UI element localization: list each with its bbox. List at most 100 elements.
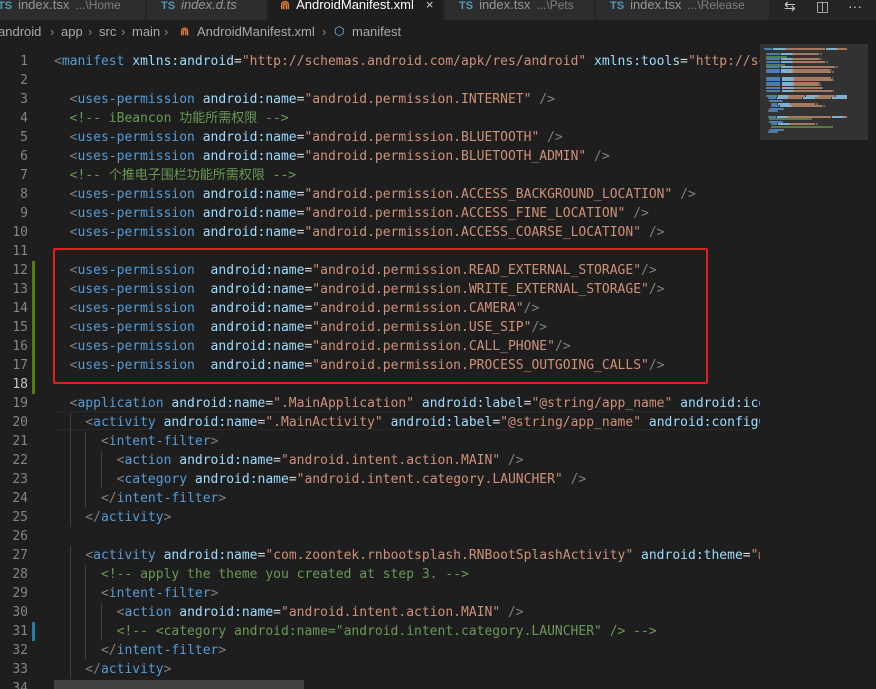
code-token: android:name — [163, 396, 266, 411]
code-line[interactable]: 18 — [0, 375, 760, 394]
code-line[interactable]: 6 <uses-permission android:name="android… — [0, 147, 760, 166]
typescript-file-icon: TS — [0, 0, 13, 12]
code-line[interactable]: 12 <uses-permission android:name="androi… — [0, 261, 760, 280]
minimap-line — [832, 71, 835, 74]
code-line[interactable]: 21 <intent-filter> — [0, 432, 760, 451]
editor-tab-bar: TS index.tsx ...\Home TS index.d.ts ⋒ Androi… — [0, 0, 876, 20]
code-token: < — [54, 605, 125, 620]
line-number: 31 — [12, 624, 28, 639]
code-token: = — [273, 605, 281, 620]
code-line[interactable]: 2 — [0, 71, 760, 90]
breadcrumb-item-android[interactable]: android — [0, 24, 41, 39]
code-text: <uses-permission android:name="android.p… — [54, 90, 555, 109]
minimap-line — [831, 115, 844, 118]
code-token: /> — [523, 301, 540, 316]
git-change-indicator[interactable] — [32, 337, 35, 356]
code-token: category — [124, 472, 188, 487]
code-token: android:name — [194, 320, 305, 335]
breadcrumb-item-app[interactable]: app — [61, 24, 83, 39]
code-token: android:name — [194, 149, 297, 164]
close-icon[interactable]: × — [426, 0, 434, 12]
line-number: 3 — [20, 92, 28, 107]
more-actions-icon[interactable]: ··· — [848, 0, 862, 14]
code-line[interactable]: 22 <action android:name="android.intent.… — [0, 451, 760, 470]
code-token: android:name — [194, 358, 305, 373]
tab-index-tsx-release[interactable]: TS index.tsx ...\Release — [596, 0, 770, 20]
code-line[interactable]: 33 </activity> — [0, 660, 760, 679]
code-token: < — [54, 415, 94, 430]
code-line[interactable]: 4 <!-- iBeancon 功能所需权限 --> — [0, 109, 760, 128]
code-line[interactable]: 15 <uses-permission android:name="androi… — [0, 318, 760, 337]
minimap-line — [793, 89, 833, 92]
code-token: android:name — [155, 548, 258, 563]
tab-index-d-ts[interactable]: TS index.d.ts — [147, 0, 267, 20]
code-line[interactable]: 24 </intent-filter> — [0, 489, 760, 508]
git-change-indicator[interactable] — [32, 261, 35, 280]
code-token: android:theme — [633, 548, 743, 563]
code-line[interactable]: 20 <activity android:name = ".MainActivity… — [0, 413, 760, 432]
code-token: uses-permission — [77, 225, 195, 240]
code-line[interactable]: 1 <manifest xmlns:android="http://schemas… — [0, 52, 760, 71]
tab-index-tsx-home[interactable]: TS index.tsx ...\Home — [0, 0, 146, 20]
code-line[interactable]: 32 </intent-filter> — [0, 641, 760, 660]
horizontal-scrollbar-thumb[interactable] — [54, 680, 304, 689]
code-line[interactable]: 13 <uses-permission android:name="androi… — [0, 280, 760, 299]
code-line[interactable]: 30 <action android:name="android.intent.… — [0, 603, 760, 622]
code-token: /> — [562, 472, 587, 487]
code-token: <!-- 个推电子围栏功能所需权限 --> — [54, 168, 297, 183]
minimap-line — [766, 89, 781, 92]
code-token: < — [54, 453, 125, 468]
code-line[interactable]: 25 </activity> — [0, 508, 760, 527]
code-editor[interactable]: 1 <manifest xmlns:android="http://schemas… — [0, 44, 760, 689]
code-token: /> — [554, 339, 571, 354]
code-text: <!-- <category android:name="android.int… — [54, 622, 657, 641]
code-text: <!-- 个推电子围栏功能所需权限 --> — [54, 166, 296, 185]
tab-index-tsx-pets[interactable]: TS index.tsx ...\Pets — [445, 0, 595, 20]
code-line[interactable]: 14 <uses-permission android:name="androi… — [0, 299, 760, 318]
minimap-line — [836, 66, 838, 69]
code-text: <manifest xmlns:android="http://schemas.… — [54, 52, 760, 71]
code-text: <uses-permission android:name="android.p… — [54, 299, 540, 318]
breadcrumb-item-file[interactable]: AndroidManifest.xml — [197, 24, 315, 39]
code-line[interactable]: 10 <uses-permission android:name="androi… — [0, 223, 760, 242]
code-line[interactable]: 16 <uses-permission android:name="androi… — [0, 337, 760, 356]
code-token: /> — [500, 605, 524, 620]
code-token: activity — [100, 510, 164, 525]
tab-androidmanifest-xml[interactable]: ⋒ AndroidManifest.xml × — [268, 0, 444, 20]
code-line[interactable]: 28 <!-- apply the theme you created at s… — [0, 565, 760, 584]
code-line[interactable]: 3 <uses-permission android:name="android… — [0, 90, 760, 109]
minimap-line — [802, 97, 815, 100]
code-text: </activity> — [54, 660, 171, 679]
git-change-indicator[interactable] — [32, 622, 35, 641]
git-change-indicator[interactable] — [32, 375, 35, 394]
code-line[interactable]: 17 <uses-permission android:name="androi… — [0, 356, 760, 375]
code-line[interactable]: 31 <!-- <category android:name="android.… — [0, 622, 760, 641]
code-line[interactable]: 23 <category android:name="android.inten… — [0, 470, 760, 489]
git-change-indicator[interactable] — [32, 318, 35, 337]
code-line[interactable]: 9 <uses-permission android:name="android… — [0, 204, 760, 223]
code-line[interactable]: 8 <uses-permission android:name="android… — [0, 185, 760, 204]
code-line[interactable]: 11 — [0, 242, 760, 261]
code-token: "android.permission.CALL_PHONE" — [312, 339, 555, 354]
breadcrumb-item-main[interactable]: main — [132, 24, 160, 39]
breadcrumb-item-src[interactable]: src — [99, 24, 116, 39]
code-token: uses-permission — [77, 339, 195, 354]
line-number: 19 — [12, 396, 28, 411]
code-token: "android.permission.INTERNET" — [304, 92, 532, 107]
code-token: < — [54, 339, 78, 354]
code-line[interactable]: 29 <intent-filter> — [0, 584, 760, 603]
breadcrumb-item-manifest[interactable]: manifest — [352, 24, 401, 39]
git-change-indicator[interactable] — [32, 356, 35, 375]
code-token: "android.permission.PROCESS_OUTGOING_CAL… — [312, 358, 649, 373]
split-editor-icon[interactable]: ◫ — [816, 0, 829, 15]
code-line[interactable]: 19 <application android:name=".MainAppli… — [0, 394, 760, 413]
code-line[interactable]: 26 — [0, 527, 760, 546]
code-line[interactable]: 27 <activity android:name = "com.zoontek.r… — [0, 546, 760, 565]
code-line[interactable]: 5 <uses-permission android:name="android… — [0, 128, 760, 147]
minimap[interactable] — [760, 44, 876, 689]
code-token: "android.permission.USE_SIP" — [312, 320, 532, 335]
code-line[interactable]: 7 <!-- 个推电子围栏功能所需权限 --> — [0, 166, 760, 185]
compare-changes-icon[interactable]: ⇆ — [784, 0, 796, 15]
git-change-indicator[interactable] — [32, 299, 35, 318]
git-change-indicator[interactable] — [32, 280, 35, 299]
